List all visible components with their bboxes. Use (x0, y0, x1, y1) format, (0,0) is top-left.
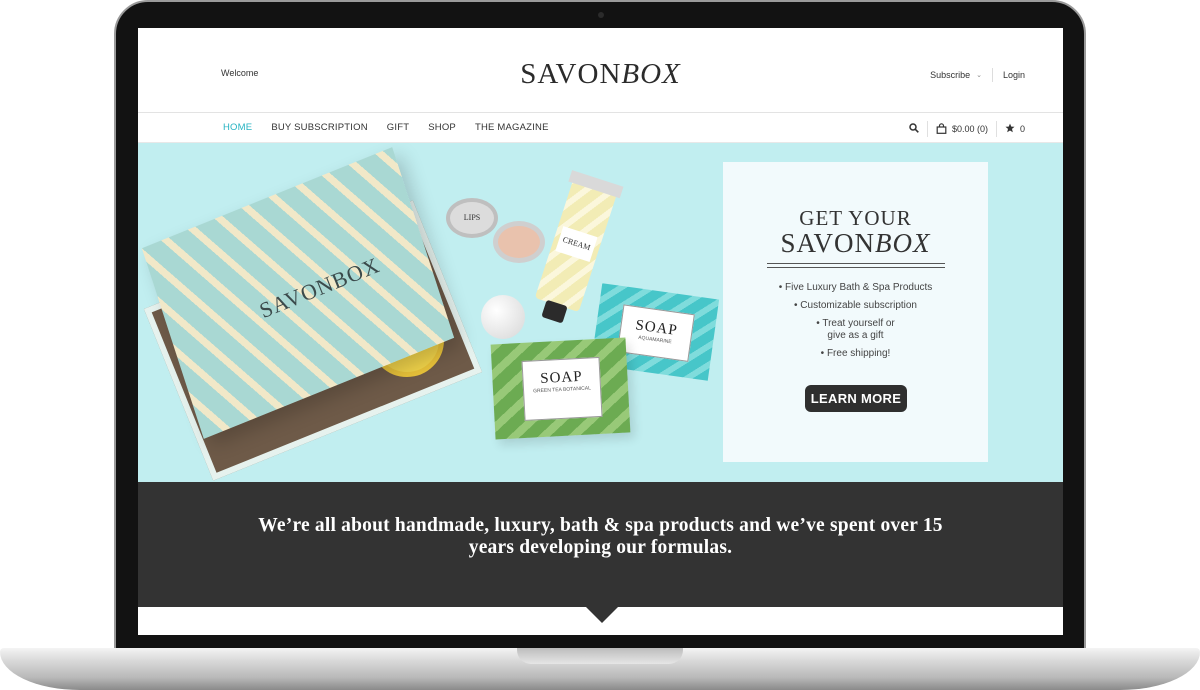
soap-label: SOAP GREEN TEA BOTANICAL (521, 356, 603, 421)
account-links: Subscribe ⌄ Login (930, 68, 1025, 82)
feature-item: • Five Luxury Bath & Spa Products (778, 282, 933, 293)
bag-icon[interactable] (936, 122, 947, 136)
divider (991, 68, 993, 82)
wishlist-count[interactable]: 0 (1020, 124, 1025, 134)
cream-label: CREAM (555, 226, 598, 262)
chevron-down-icon[interactable]: ⌄ (976, 71, 982, 79)
subscribe-link[interactable]: Subscribe (930, 70, 970, 80)
website-screen: Welcome SAVONBOX Subscribe ⌄ Login HOME … (138, 28, 1063, 635)
laptop-notch (517, 648, 683, 664)
nav-gift[interactable]: GIFT (387, 122, 409, 133)
tagline-text: We’re all about handmade, luxury, bath &… (258, 515, 943, 558)
login-link[interactable]: Login (1003, 70, 1025, 80)
star-icon[interactable] (1005, 123, 1015, 135)
divider (926, 121, 928, 137)
nav-the-magazine[interactable]: THE MAGAZINE (475, 122, 549, 133)
feature-item: • Customizable subscription (794, 300, 917, 311)
main-nav: HOME BUY SUBSCRIPTION GIFT SHOP THE MAGA… (223, 122, 549, 133)
logo-main: SAVON (520, 58, 622, 90)
promo-card: GET YOUR SAVONBOX • Five Luxury Bath & S… (723, 162, 988, 462)
promo-title-brand: SAVONBOX (723, 228, 988, 259)
lip-balm-tin: LIPS (446, 198, 498, 238)
nav-shop[interactable]: SHOP (428, 122, 456, 133)
camera-dot (598, 12, 604, 18)
logo-italic: BOX (621, 58, 681, 90)
divider (995, 121, 997, 137)
title-rule (767, 267, 945, 268)
feature-item: • Treat yourself or (816, 318, 895, 329)
promo-brand-main: SAVON (780, 228, 876, 258)
cart-total[interactable]: $0.00 (0) (952, 124, 988, 134)
top-header: Welcome SAVONBOX Subscribe ⌄ Login (138, 28, 1063, 113)
search-icon[interactable] (909, 123, 919, 135)
hero-banner: SAVONBOX LIPS CREAM SOAP AQUAMARINE SOAP… (138, 143, 1063, 482)
feature-item: • Free shipping! (820, 348, 891, 359)
main-nav-bar: HOME BUY SUBSCRIPTION GIFT SHOP THE MAGA… (138, 113, 1063, 143)
learn-more-button[interactable]: LEARN MORE (805, 385, 907, 412)
site-logo[interactable]: SAVONBOX (138, 58, 1063, 91)
nav-home[interactable]: HOME (223, 122, 252, 133)
promo-feature-list: • Five Luxury Bath & Spa Products • Cust… (723, 282, 988, 366)
tagline-band: We’re all about handmade, luxury, bath &… (138, 482, 1063, 607)
soap-label: SOAP AQUAMARINE (616, 304, 695, 362)
soap-green-tea: SOAP GREEN TEA BOTANICAL (490, 337, 631, 440)
nav-tools: $0.00 (0) 0 (909, 121, 1025, 137)
bath-bomb (481, 295, 525, 339)
balm-tin-open (493, 221, 545, 263)
band-pointer (586, 607, 618, 623)
nav-buy-subscription[interactable]: BUY SUBSCRIPTION (271, 122, 367, 133)
title-rule (767, 263, 945, 264)
promo-brand-italic: BOX (875, 228, 931, 258)
feature-item: give as a gift (827, 330, 884, 341)
lip-tin-label: LIPS (463, 213, 481, 222)
